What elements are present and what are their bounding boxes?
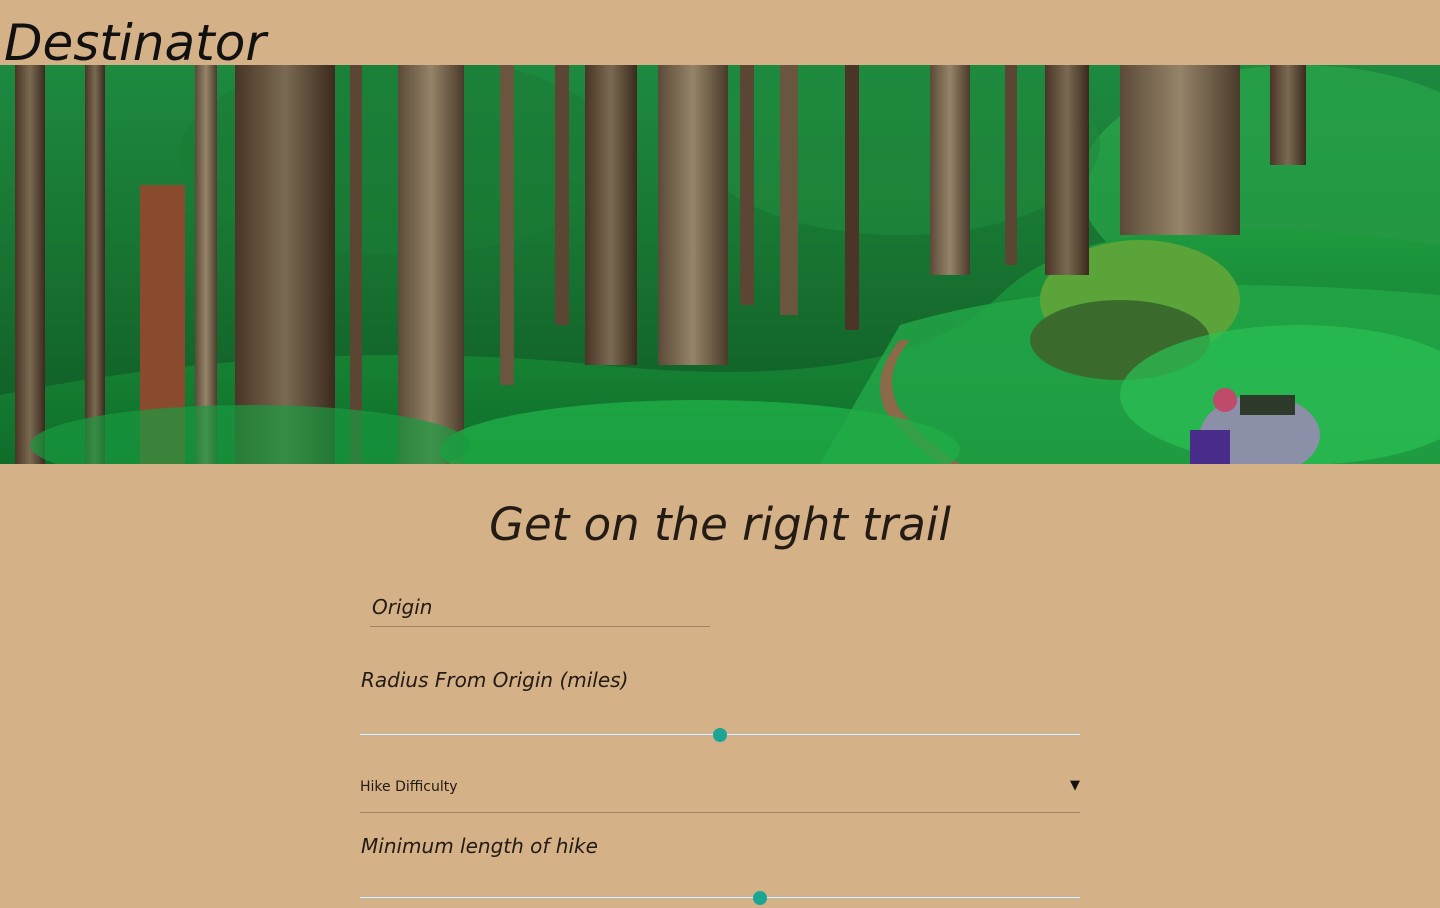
difficulty-select-value: Hike Difficulty <box>360 779 458 795</box>
min-length-label: Minimum length of hike <box>361 834 598 858</box>
brand-logo[interactable]: Destinator <box>4 8 266 78</box>
radius-slider[interactable] <box>360 725 1080 745</box>
hero-image <box>0 65 1440 464</box>
min-length-slider-track[interactable] <box>360 896 1080 899</box>
difficulty-select[interactable]: Hike Difficulty ▼ <box>360 772 1080 813</box>
min-length-slider[interactable] <box>360 888 1080 908</box>
min-length-slider-thumb[interactable] <box>752 891 767 905</box>
page-headline: Get on the right trail <box>489 498 951 551</box>
caret-down-icon: ▼ <box>1070 778 1080 793</box>
origin-input[interactable] <box>370 588 710 626</box>
origin-field[interactable] <box>370 588 710 627</box>
radius-label: Radius From Origin (miles) <box>361 668 629 692</box>
radius-slider-thumb[interactable] <box>713 728 727 742</box>
